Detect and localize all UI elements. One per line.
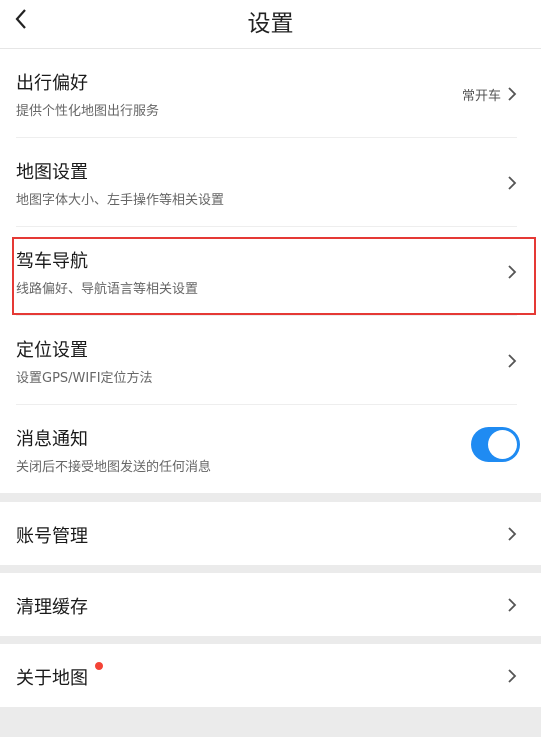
- cache-label: 清理缓存: [16, 597, 88, 618]
- notifications-toggle[interactable]: [471, 427, 520, 462]
- location-subtitle: 设置GPS/WIFI定位方法: [16, 371, 153, 386]
- location-label: 定位设置: [16, 340, 88, 361]
- travel-label: 出行偏好: [16, 73, 88, 94]
- row-notifications: 消息通知 关闭后不接受地图发送的任何消息: [0, 405, 541, 493]
- chevron-right-icon: [508, 527, 517, 541]
- map-settings-label: 地图设置: [16, 162, 88, 183]
- toggle-knob: [488, 430, 517, 459]
- top-bar: 设置: [0, 0, 541, 49]
- travel-subtitle: 提供个性化地图出行服务: [16, 104, 160, 119]
- row-map-settings[interactable]: 地图设置 地图字体大小、左手操作等相关设置: [0, 138, 541, 227]
- page-title: 设置: [247, 11, 294, 37]
- notify-label: 消息通知: [16, 429, 88, 450]
- map-settings-subtitle: 地图字体大小、左手操作等相关设置: [16, 193, 225, 208]
- driving-label: 驾车导航: [16, 251, 88, 272]
- chevron-right-icon: [508, 354, 517, 368]
- notify-subtitle: 关闭后不接受地图发送的任何消息: [16, 460, 212, 475]
- travel-value: 常开车: [461, 89, 501, 104]
- chevron-right-icon: [508, 265, 517, 279]
- chevron-right-icon: [508, 176, 517, 190]
- new-badge-dot: [95, 662, 103, 670]
- account-label: 账号管理: [16, 526, 88, 547]
- driving-subtitle: 线路偏好、导航语言等相关设置: [16, 282, 199, 297]
- row-clear-cache[interactable]: 清理缓存: [0, 573, 541, 636]
- chevron-right-icon: [508, 598, 517, 612]
- row-driving-navigation[interactable]: 驾车导航 线路偏好、导航语言等相关设置: [0, 227, 541, 316]
- row-location-settings[interactable]: 定位设置 设置GPS/WIFI定位方法: [0, 316, 541, 405]
- row-account-management[interactable]: 账号管理: [0, 502, 541, 565]
- row-about-map[interactable]: 关于地图: [0, 644, 541, 707]
- settings-group-main: 出行偏好 提供个性化地图出行服务 常开车 地图设置 地图字体大小、左手操作等相关…: [0, 49, 541, 493]
- chevron-right-icon: [508, 669, 517, 683]
- about-label: 关于地图: [16, 668, 88, 689]
- chevron-right-icon: [508, 87, 517, 101]
- row-travel-preference[interactable]: 出行偏好 提供个性化地图出行服务 常开车: [0, 49, 541, 138]
